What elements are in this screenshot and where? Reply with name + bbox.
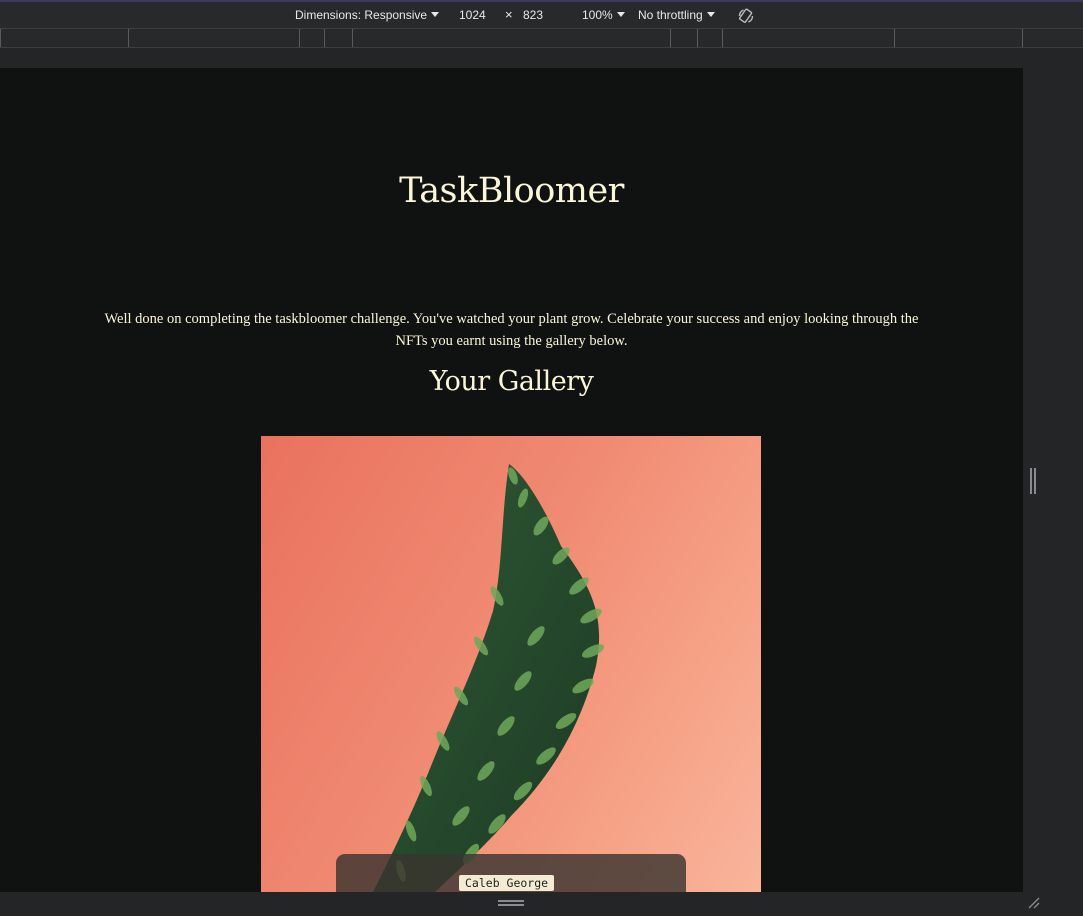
resize-handle-right[interactable] <box>1030 468 1036 494</box>
dimensions-label: Dimensions: Responsive <box>295 8 428 22</box>
devtools-device-toolbar: Dimensions: Responsive 1024 × 823 100% N… <box>0 2 1083 28</box>
media-query-ruler[interactable] <box>0 28 1083 48</box>
chevron-down-icon <box>431 12 440 17</box>
devtools-gap <box>0 48 1083 68</box>
ruler-tick <box>697 29 698 47</box>
devtools-bottom-bar <box>0 892 1083 916</box>
resize-corner-icon[interactable] <box>1027 896 1041 910</box>
ruler-tick <box>324 29 325 47</box>
ruler-tick <box>0 29 1 47</box>
zoom-label: 100% <box>582 8 613 22</box>
nft-artist-name: Caleb George <box>459 875 555 891</box>
chevron-down-icon <box>706 12 715 17</box>
dimensions-dropdown[interactable]: Dimensions: Responsive <box>295 8 440 22</box>
height-input[interactable]: 823 <box>523 8 543 22</box>
zoom-dropdown[interactable]: 100% <box>582 8 625 22</box>
ruler-tick <box>299 29 300 47</box>
intro-text: Well done on completing the taskbloomer … <box>104 311 919 349</box>
chevron-down-icon <box>616 12 625 17</box>
gallery-heading: Your Gallery <box>429 366 594 397</box>
page-viewport: TaskBloomer Well done on completing the … <box>0 68 1023 892</box>
ruler-tick <box>1022 29 1023 47</box>
rotate-icon[interactable] <box>737 7 755 25</box>
width-input[interactable]: 1024 <box>459 8 486 22</box>
ruler-tick <box>894 29 895 47</box>
throttling-label: No throttling <box>638 8 703 22</box>
throttling-dropdown[interactable]: No throttling <box>638 8 715 22</box>
plant-illustration <box>372 464 605 892</box>
times-icon: × <box>505 7 513 22</box>
nft-plant-image[interactable] <box>261 436 761 892</box>
site-title: TaskBloomer <box>399 171 624 211</box>
ruler-tick <box>670 29 671 47</box>
ruler-tick <box>722 29 723 47</box>
resize-handle-bottom[interactable] <box>498 900 524 906</box>
ruler-tick <box>352 29 353 47</box>
ruler-tick <box>128 29 129 47</box>
